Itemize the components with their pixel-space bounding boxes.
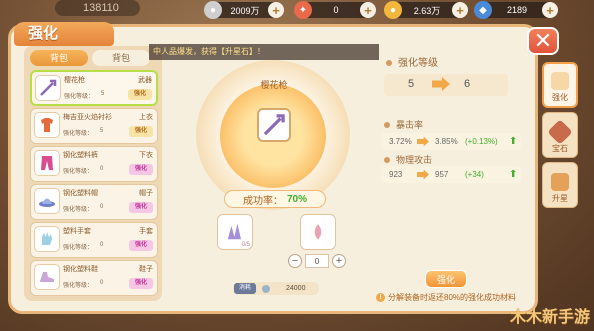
- gold-coin-pill: ● 2.63万 +: [384, 1, 468, 19]
- side-tab-gem[interactable]: 宝石: [542, 112, 578, 158]
- tip: ! 分解装备时返还80%的强化成功材料: [376, 292, 516, 303]
- currency-bar: 138110 ● 2009万 + ✦ 0 + ● 2.63万 + ◆ 2189 …: [0, 0, 594, 20]
- cost-coin-icon: [262, 284, 270, 293]
- list-item[interactable]: 塑料手套 手套 强化等级： 0 强化: [30, 222, 158, 258]
- bullet-icon: [384, 157, 390, 163]
- cost-bar: 消耗 24000: [233, 282, 319, 295]
- diamond-pill: ◆ 2189 +: [474, 1, 558, 19]
- enhance-icon: [551, 72, 569, 90]
- star-up-icon: [551, 173, 569, 191]
- info-icon: !: [376, 293, 385, 302]
- broadcast-message: 中人品爆发，获得【升星石】！: [149, 44, 379, 60]
- atk-row: 923 957 (+34) ⬆: [381, 166, 521, 183]
- ticket-icon: ✦: [294, 1, 312, 19]
- spear-icon: [263, 114, 285, 136]
- shirt-icon: [34, 112, 60, 138]
- arrow-up-icon: ⬆: [509, 169, 518, 180]
- crystal-icon: [227, 223, 241, 240]
- add-silver-button[interactable]: +: [268, 2, 284, 18]
- arrow-right-icon: [417, 136, 429, 147]
- list-item[interactable]: 钢化塑料鞋 鞋子 强化等级： 0 强化: [30, 260, 158, 296]
- success-rate: 成功率： 70%: [224, 190, 326, 208]
- arrow-right-icon: [417, 169, 429, 180]
- tab-bag[interactable]: 背包: [92, 50, 150, 66]
- enhance-tag: 强化: [129, 164, 153, 175]
- level-change: 5 6: [384, 74, 508, 96]
- tab-equipped[interactable]: 背包: [30, 50, 88, 66]
- list-item[interactable]: 梅吉亚火焰衬衫 上衣 强化等级： 5 强化: [30, 108, 158, 144]
- ticket-pill: ✦ 0 +: [294, 1, 376, 19]
- crit-row: 3.72% 3.85% (+0.13%) ⬆: [381, 133, 521, 150]
- shoe-icon: [34, 264, 60, 290]
- equipment-list: 背包 背包 樱花枪 武器 强化等级： 5 强化 梅吉亚火焰衬衫 上衣 强化等级：…: [24, 46, 162, 301]
- atk-title: 物理攻击: [384, 153, 432, 166]
- silver-coin-pill: ● 2009万 +: [204, 1, 284, 19]
- enhance-tag: 强化: [129, 278, 153, 289]
- side-tab-star[interactable]: 升星: [542, 162, 578, 208]
- bullet-icon: [384, 122, 390, 128]
- enhance-tag: 强化: [129, 126, 153, 137]
- material-slot-charm[interactable]: [300, 214, 336, 250]
- list-tabs: 背包 背包: [30, 50, 150, 66]
- side-tab-enhance[interactable]: 强化: [542, 62, 578, 108]
- list-item[interactable]: 樱花枪 武器 强化等级： 5 强化: [30, 70, 158, 106]
- silver-coin-icon: ●: [204, 1, 222, 19]
- weapon-name: 樱花枪: [260, 80, 288, 90]
- arrow-up-icon: ⬆: [509, 136, 518, 147]
- stepper-value[interactable]: 0: [305, 254, 329, 268]
- glove-icon: [34, 226, 60, 252]
- list-item[interactable]: 钢化塑料裤 下衣 强化等级： 0 强化: [30, 146, 158, 182]
- plus-button[interactable]: +: [332, 254, 346, 268]
- enhance-tag: 强化: [129, 240, 153, 251]
- list-item[interactable]: 钢化塑料帽 帽子 强化等级： 0 强化: [30, 184, 158, 220]
- power-value: 138110: [83, 2, 119, 14]
- strengthen-button[interactable]: 强化: [425, 270, 467, 288]
- minus-button[interactable]: −: [288, 254, 302, 268]
- bullet-icon: [386, 60, 392, 66]
- add-diamond-button[interactable]: +: [542, 2, 558, 18]
- panel-title: 强化: [14, 22, 114, 46]
- gem-icon: [547, 119, 573, 145]
- add-ticket-button[interactable]: +: [360, 2, 376, 18]
- pants-icon: [34, 150, 60, 176]
- spear-icon: [35, 75, 61, 101]
- close-icon: ✕: [533, 28, 553, 53]
- selected-weapon-slot[interactable]: [257, 108, 291, 142]
- arrow-right-icon: [432, 77, 450, 91]
- gold-coin-icon: ●: [384, 1, 402, 19]
- level-title: 强化等级: [386, 54, 438, 69]
- lucky-charm-icon: [314, 224, 322, 240]
- power-display: 138110: [55, 0, 140, 16]
- diamond-icon: ◆: [474, 1, 492, 19]
- material-slot-crystal[interactable]: 0/5: [217, 214, 253, 250]
- hat-icon: [34, 188, 60, 214]
- crit-title: 暴击率: [384, 118, 423, 131]
- watermark: 木木新手游: [509, 309, 590, 326]
- enhance-tag: 强化: [129, 202, 153, 213]
- material-stepper: − 0 +: [288, 254, 346, 268]
- enhance-tag: 强化: [128, 89, 152, 100]
- add-gold-button[interactable]: +: [452, 2, 468, 18]
- close-button[interactable]: ✕: [527, 27, 559, 55]
